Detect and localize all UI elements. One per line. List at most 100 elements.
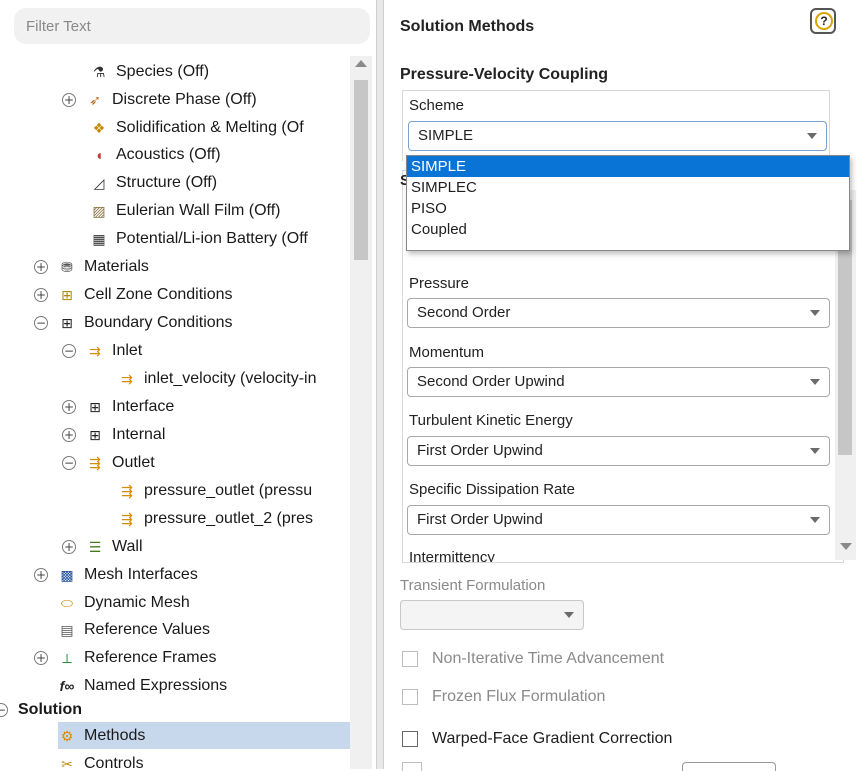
scheme-option[interactable]: SIMPLE xyxy=(407,156,849,177)
tree-item-mesh-interfaces[interactable]: + ▩ Mesh Interfaces xyxy=(34,561,198,588)
tree-item-controls[interactable]: ✂ Controls xyxy=(58,750,143,770)
non-iterative-time-advancement-checkbox[interactable]: Non-Iterative Time Advancement xyxy=(402,650,664,668)
chevron-down-icon xyxy=(807,133,817,139)
checkbox-box[interactable] xyxy=(402,651,418,667)
expand-icon[interactable]: + xyxy=(34,259,48,274)
chevron-down-icon xyxy=(810,310,820,316)
scroll-down-arrow-icon[interactable] xyxy=(840,543,852,550)
species-icon: ⚗ xyxy=(92,63,106,80)
collapse-icon[interactable]: − xyxy=(62,455,76,470)
checkbox-partial xyxy=(402,762,422,771)
structure-icon: ◿ xyxy=(93,174,105,191)
tke-select[interactable]: First Order Upwind xyxy=(407,436,830,466)
tree-item-discrete-phase[interactable]: + ➶ Discrete Phase (Off) xyxy=(62,86,257,113)
scheme-label: Scheme xyxy=(409,97,465,114)
tree-item-solution[interactable]: − Solution xyxy=(0,696,82,723)
tree-item-reference-frames[interactable]: + ⟂ Reference Frames xyxy=(34,644,217,671)
collapse-icon[interactable]: − xyxy=(34,315,48,330)
warped-face-gradient-checkbox[interactable]: Warped-Face Gradient Correction xyxy=(402,730,672,748)
scroll-up-arrow-icon[interactable] xyxy=(355,60,367,67)
transient-formulation-select[interactable] xyxy=(400,600,584,630)
chevron-down-icon xyxy=(810,517,820,523)
expand-icon[interactable]: + xyxy=(62,399,76,414)
frozen-flux-checkbox[interactable]: Frozen Flux Formulation xyxy=(402,688,605,706)
tree-scrollbar-thumb[interactable] xyxy=(354,80,368,260)
button-partial xyxy=(682,762,776,771)
tree-item-structure[interactable]: ◿ Structure (Off) xyxy=(90,169,217,196)
tree-item-dynamic-mesh[interactable]: ⬭ Dynamic Mesh xyxy=(58,589,190,616)
inlet-icon: ⇉ xyxy=(89,342,101,359)
controls-icon: ✂ xyxy=(61,755,73,770)
scheme-option[interactable]: PISO xyxy=(407,198,849,219)
expand-icon[interactable]: + xyxy=(62,92,76,107)
reference-values-icon: ▤ xyxy=(60,621,74,638)
transient-formulation-label: Transient Formulation xyxy=(400,577,546,594)
sdr-select[interactable]: First Order Upwind xyxy=(407,505,830,535)
scheme-select[interactable]: SIMPLE xyxy=(408,121,827,151)
pressure-label: Pressure xyxy=(409,275,470,292)
tree-item-wall[interactable]: + ☰ Wall xyxy=(62,533,143,560)
methods-icon: ⚙ xyxy=(60,727,74,744)
tree-item-pressure-outlet-2[interactable]: ⇶ pressure_outlet_2 (pres xyxy=(118,505,313,532)
named-expressions-icon: f∞ xyxy=(59,677,75,694)
tree-item-pressure-outlet[interactable]: ⇶ pressure_outlet (pressu xyxy=(118,477,312,504)
reference-frames-icon: ⟂ xyxy=(62,649,72,666)
chevron-down-icon xyxy=(810,379,820,385)
tke-label: Turbulent Kinetic Energy xyxy=(409,412,573,429)
expand-icon[interactable]: + xyxy=(62,427,76,442)
scheme-dropdown-list: SIMPLE SIMPLEC PISO Coupled xyxy=(406,155,850,251)
tree-item-methods[interactable]: ⚙ Methods xyxy=(58,722,350,749)
filter-text-input[interactable] xyxy=(14,8,370,44)
mesh-interfaces-icon: ▩ xyxy=(60,566,74,583)
outline-tree-panel: ⚗ Species (Off) + ➶ Discrete Phase (Off)… xyxy=(0,0,376,769)
tree-item-inlet-velocity[interactable]: ⇉ inlet_velocity (velocity-in xyxy=(118,365,316,392)
tree-item-named-expressions[interactable]: f∞ Named Expressions xyxy=(58,672,228,699)
collapse-icon[interactable]: − xyxy=(0,702,8,717)
panel-splitter[interactable] xyxy=(376,0,384,769)
momentum-select[interactable]: Second Order Upwind xyxy=(407,367,830,397)
intermittency-clip: Intermittency xyxy=(403,545,833,562)
interface-icon: ⊞ xyxy=(89,398,101,415)
outlet-icon: ⇶ xyxy=(89,454,101,471)
wall-icon: ☰ xyxy=(88,538,102,555)
expand-icon[interactable]: + xyxy=(62,539,76,554)
scheme-option[interactable]: SIMPLEC xyxy=(407,177,849,198)
tree-item-acoustics[interactable]: ◖ Acoustics (Off) xyxy=(90,141,221,168)
tree-item-cell-zone-conditions[interactable]: + ⊞ Cell Zone Conditions xyxy=(34,281,233,308)
pressure-velocity-coupling-title: Pressure-Velocity Coupling xyxy=(400,66,609,83)
expand-icon[interactable]: + xyxy=(34,567,48,582)
acoustics-icon: ◖ xyxy=(94,146,104,163)
chevron-down-icon xyxy=(564,612,574,618)
internal-icon: ⊞ xyxy=(89,426,101,443)
materials-icon: ⛃ xyxy=(61,258,73,275)
solution-methods-panel: Solution Methods ? Pressure-Velocity Cou… xyxy=(384,0,865,771)
momentum-label: Momentum xyxy=(409,344,485,361)
wall-film-icon: ▨ xyxy=(92,202,106,219)
tree-item-solidification[interactable]: ❖ Solidification & Melting (Of xyxy=(90,114,304,141)
scheme-option[interactable]: Coupled xyxy=(407,219,849,240)
checkbox-box[interactable] xyxy=(402,731,418,747)
expand-icon[interactable]: + xyxy=(34,650,48,665)
collapse-icon[interactable]: − xyxy=(62,343,76,358)
tree-item-reference-values[interactable]: ▤ Reference Values xyxy=(58,616,210,643)
chevron-down-icon xyxy=(810,448,820,454)
boundary-conditions-icon: ⊞ xyxy=(61,314,73,331)
intermittency-label: Intermittency xyxy=(409,549,495,562)
tree-item-inlet[interactable]: − ⇉ Inlet xyxy=(62,337,142,364)
tree-item-battery[interactable]: ▦ Potential/Li-ion Battery (Off xyxy=(90,225,307,252)
tree-item-species[interactable]: ⚗ Species (Off) xyxy=(90,58,209,85)
tree-item-outlet[interactable]: − ⇶ Outlet xyxy=(62,449,155,476)
tree-item-eulerian-wall-film[interactable]: ▨ Eulerian Wall Film (Off) xyxy=(90,197,280,224)
battery-icon: ▦ xyxy=(92,230,106,247)
solidification-icon: ❖ xyxy=(92,119,106,136)
help-button[interactable]: ? xyxy=(810,8,836,34)
tree-item-boundary-conditions[interactable]: − ⊞ Boundary Conditions xyxy=(34,309,233,336)
tree-item-materials[interactable]: + ⛃ Materials xyxy=(34,253,149,280)
pressure-select[interactable]: Second Order xyxy=(407,298,830,328)
tree-item-internal[interactable]: + ⊞ Internal xyxy=(62,421,165,448)
checkbox-box[interactable] xyxy=(402,689,418,705)
sdr-label: Specific Dissipation Rate xyxy=(409,481,575,498)
expand-icon[interactable]: + xyxy=(34,287,48,302)
tree-item-interface[interactable]: + ⊞ Interface xyxy=(62,393,174,420)
outlet-boundary-icon: ⇶ xyxy=(121,482,133,499)
